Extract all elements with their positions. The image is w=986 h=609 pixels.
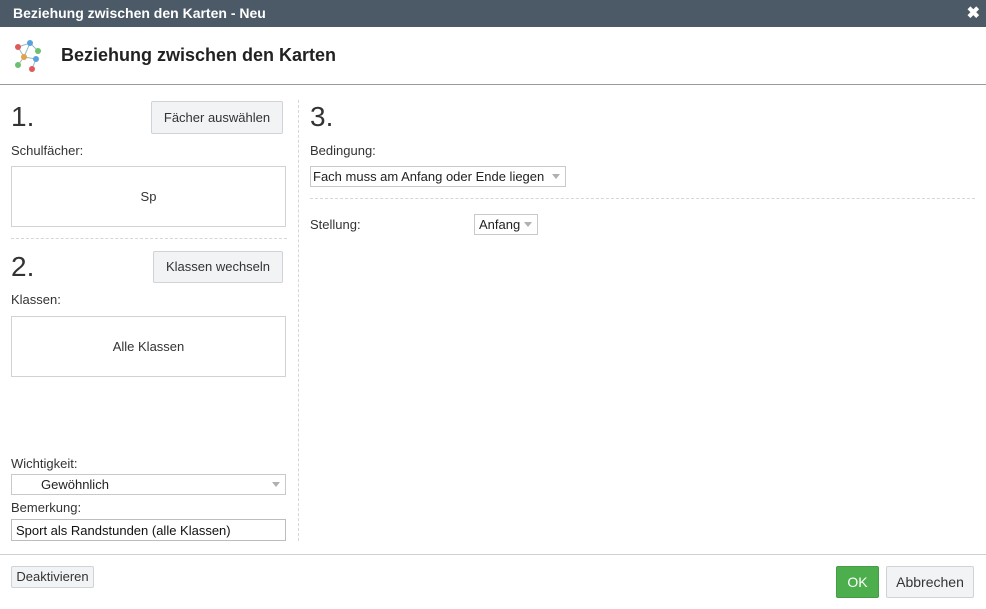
cancel-button[interactable]: Abbrechen xyxy=(886,566,974,598)
chevron-down-icon xyxy=(524,222,532,227)
step-2-number: 2. xyxy=(11,251,35,282)
importance-value: Gewöhnlich xyxy=(41,477,109,492)
ok-button[interactable]: OK xyxy=(836,566,879,598)
subjects-label: Schulfächer: xyxy=(11,143,84,158)
condition-label: Bedingung: xyxy=(310,143,376,158)
footer-divider xyxy=(0,554,986,555)
chevron-down-icon xyxy=(552,174,560,179)
column-divider xyxy=(298,100,299,541)
position-value: Anfang xyxy=(479,217,521,232)
step-3-number: 3. xyxy=(310,101,334,132)
importance-label: Wichtigkeit: xyxy=(11,456,78,471)
condition-select[interactable]: Fach muss am Anfang oder Ende liegen xyxy=(310,166,566,187)
remark-label: Bemerkung: xyxy=(11,500,82,515)
position-label: Stellung: xyxy=(310,217,361,232)
dialog-title: Beziehung zwischen den Karten xyxy=(61,45,337,65)
condition-value: Fach muss am Anfang oder Ende liegen xyxy=(313,169,545,184)
remark-value: Sport als Randstunden (alle Klassen) xyxy=(16,523,231,538)
divider xyxy=(11,238,287,239)
classes-value: Alle Klassen xyxy=(112,339,185,354)
chevron-down-icon xyxy=(272,482,280,487)
subjects-box[interactable]: Sp xyxy=(11,166,286,227)
window-title: Beziehung zwischen den Karten - Neu xyxy=(13,5,266,21)
remark-input[interactable]: Sport als Randstunden (alle Klassen) xyxy=(11,519,286,541)
change-classes-button[interactable]: Klassen wechseln xyxy=(153,251,283,283)
classes-label: Klassen: xyxy=(11,292,61,307)
dialog-header: Beziehung zwischen den Karten xyxy=(0,27,986,85)
subjects-value: Sp xyxy=(140,189,157,204)
deactivate-button[interactable]: Deaktivieren xyxy=(11,566,94,588)
network-graph-icon xyxy=(15,40,41,72)
position-select[interactable]: Anfang xyxy=(474,214,538,235)
close-icon[interactable]: ✖ xyxy=(967,3,980,23)
importance-select[interactable]: Gewöhnlich xyxy=(11,474,286,495)
classes-box[interactable]: Alle Klassen xyxy=(11,316,286,377)
select-subjects-button[interactable]: Fächer auswählen xyxy=(151,101,283,134)
window-titlebar: Beziehung zwischen den Karten - Neu ✖ xyxy=(0,0,986,27)
divider xyxy=(310,198,975,199)
step-1-number: 1. xyxy=(11,101,35,132)
